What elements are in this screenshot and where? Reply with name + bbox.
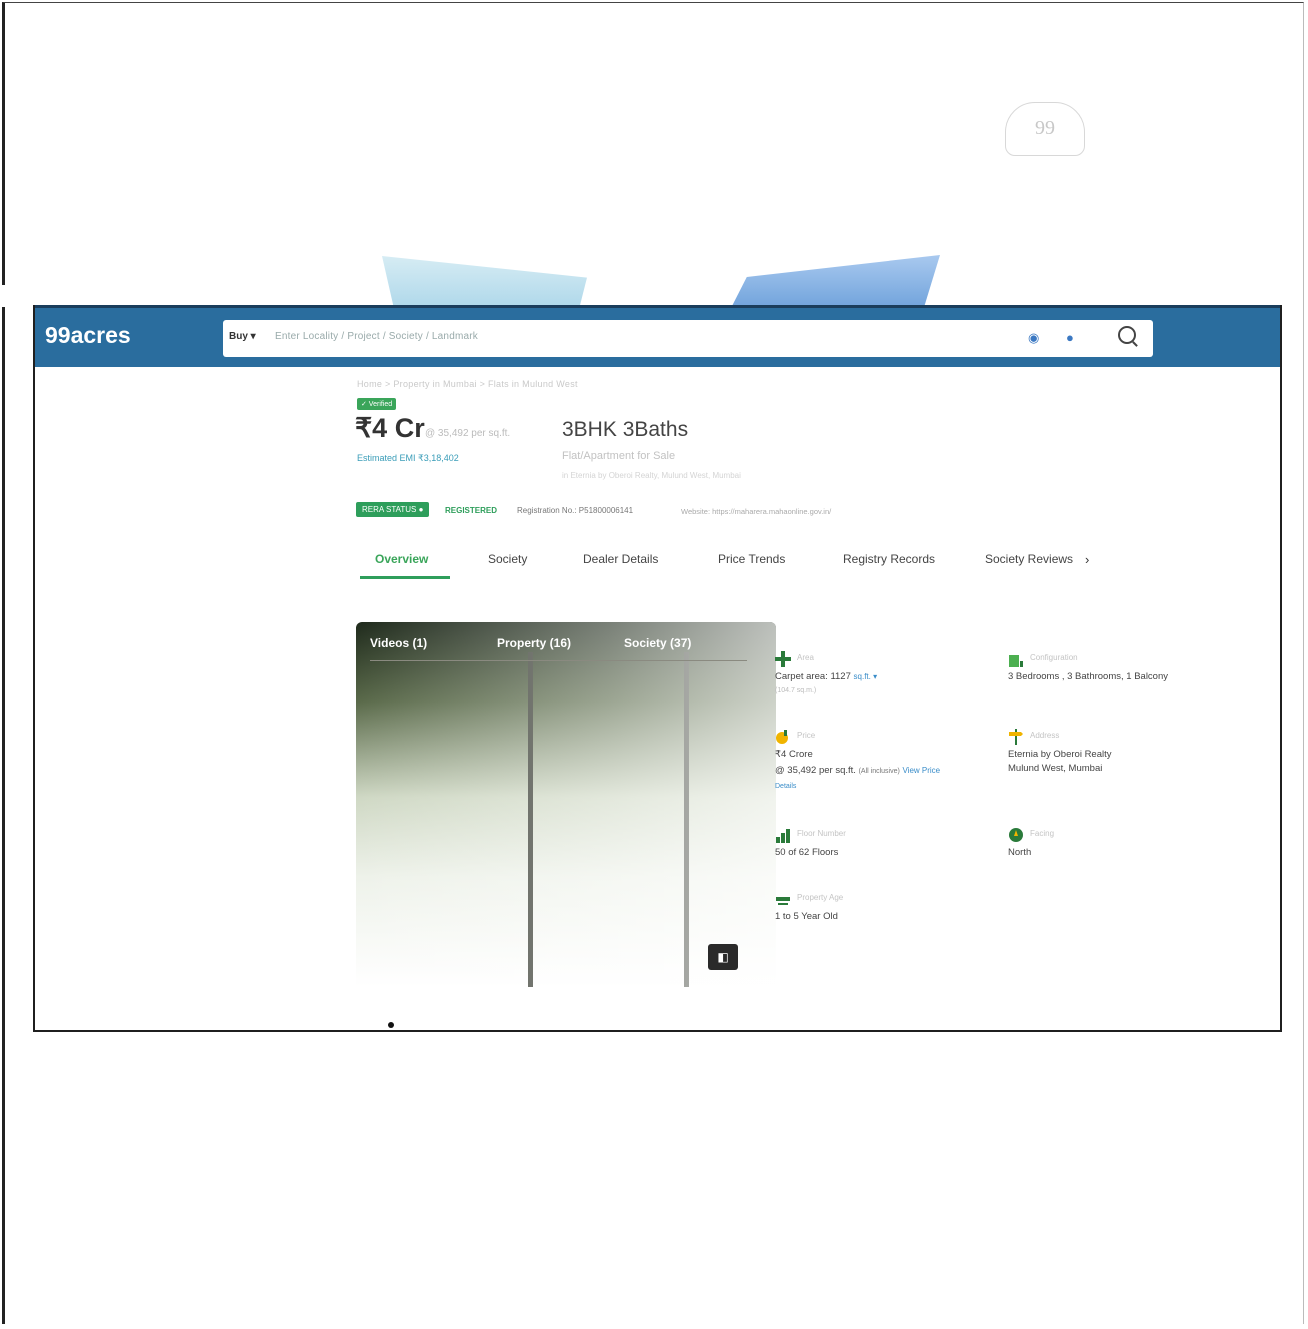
spec-age: Property Age 1 to 5 Year Old — [775, 891, 975, 931]
tab-overview[interactable]: Overview — [375, 552, 428, 566]
compass-icon — [1009, 828, 1023, 842]
buy-dropdown[interactable]: Buy ▾ — [229, 331, 256, 342]
top-navbar: 99acres Buy ▾ Enter Locality / Project /… — [35, 305, 1280, 367]
tab-society[interactable]: Society — [488, 552, 527, 566]
spec-value: ₹4 Crore — [775, 749, 813, 760]
spec-value: North — [1008, 847, 1032, 858]
search-bar[interactable]: Buy ▾ Enter Locality / Project / Society… — [223, 320, 1153, 357]
spec-label: Property Age — [797, 893, 844, 902]
price: ₹4 Cr — [355, 413, 425, 443]
signpost-icon — [1009, 729, 1023, 745]
media-tab-society[interactable]: Society (37) — [624, 636, 691, 650]
spec-value: Carpet area: 1127 sq.ft. ▾ — [775, 671, 878, 682]
tab-registry-records[interactable]: Registry Records — [843, 552, 935, 566]
tabs-next-arrow[interactable]: › — [1085, 552, 1089, 567]
property-title: 3BHK 3Baths — [562, 418, 689, 441]
spec-value: 3 Bedrooms , 3 Bathrooms, 1 Balcony — [1008, 671, 1168, 682]
unit-dropdown[interactable]: sq.ft. ▾ — [854, 672, 878, 681]
floor-icon — [776, 829, 790, 843]
spec-facing: Facing North — [1008, 827, 1208, 867]
spec-label: Configuration — [1030, 653, 1078, 662]
mic-icon[interactable]: ● — [1066, 331, 1074, 345]
media-tab-videos[interactable]: Videos (1) — [370, 636, 427, 650]
calendar-icon — [776, 897, 790, 905]
spec-address: Address Eternia by Oberoi Realty Mulund … — [1008, 729, 1228, 779]
spec-meta: (104.7 sq.m.) — [775, 687, 817, 694]
watermark-logo: 99 — [1005, 102, 1085, 156]
location-icon[interactable]: ◉ — [1028, 331, 1039, 345]
spec-configuration: Configuration 3 Bedrooms , 3 Bathrooms, … — [1008, 651, 1238, 691]
scan-mark — [388, 1022, 394, 1028]
rera-status-badge[interactable]: RERA STATUS ● — [356, 502, 430, 517]
spec-area: Area Carpet area: 1127 sq.ft. ▾ (104.7 s… — [775, 651, 995, 701]
bed-icon — [1009, 655, 1023, 667]
search-icon[interactable] — [1118, 326, 1136, 344]
browser-screenshot: 99acres Buy ▾ Enter Locality / Project /… — [33, 305, 1282, 1032]
frame-gap — [2, 285, 5, 307]
rera-registration-no: Registration No.: P51800006141 — [517, 506, 634, 515]
spec-label: Area — [797, 653, 814, 662]
spec-value-2: Mulund West, Mumbai — [1008, 763, 1103, 774]
spec-label: Floor Number — [797, 829, 846, 838]
spec-label: Address — [1030, 731, 1060, 740]
view-price-link[interactable]: View Price — [902, 766, 940, 775]
spec-price: Price ₹4 Crore @ 35,492 per sq.ft. (All … — [775, 729, 1005, 799]
brand-logo[interactable]: 99acres — [45, 322, 131, 349]
rera-website[interactable]: Website: https://maharera.mahaonline.gov… — [681, 507, 831, 516]
spec-value: 1 to 5 Year Old — [775, 911, 838, 922]
spec-value: Eternia by Oberoi Realty — [1008, 749, 1112, 760]
media-tab-property[interactable]: Property (16) — [497, 636, 571, 650]
spec-value: 50 of 62 Floors — [775, 847, 839, 858]
photo-fade — [356, 622, 776, 987]
property-location: in Eternia by Oberoi Realty, Mulund West… — [562, 471, 741, 480]
price-tag-icon — [776, 730, 788, 744]
property-subtitle: Flat/Apartment for Sale — [562, 450, 676, 462]
area-icon — [775, 651, 791, 667]
listing-content: Home > Property in Mumbai > Flats in Mul… — [35, 367, 1280, 1027]
spec-value-2: @ 35,492 per sq.ft. (All inclusive) View… — [775, 765, 941, 776]
breadcrumb[interactable]: Home > Property in Mumbai > Flats in Mul… — [357, 379, 578, 389]
search-input[interactable]: Enter Locality / Project / Society / Lan… — [275, 331, 478, 342]
mute-icon[interactable]: ◧ — [708, 944, 738, 970]
price-details-link[interactable]: Details — [775, 783, 796, 790]
spec-label: Facing — [1030, 829, 1055, 838]
active-tab-underline — [360, 576, 450, 579]
spec-label: Price — [797, 731, 816, 740]
rera-registered: REGISTERED — [445, 506, 498, 515]
tab-society-reviews[interactable]: Society Reviews — [985, 552, 1073, 566]
spec-floor: Floor Number 50 of 62 Floors — [775, 827, 975, 867]
price-per-sqft: @ 35,492 per sq.ft. — [425, 428, 511, 439]
tab-dealer-details[interactable]: Dealer Details — [583, 552, 658, 566]
emi-link[interactable]: Estimated EMI ₹3,18,402 — [357, 453, 459, 464]
tab-price-trends[interactable]: Price Trends — [718, 552, 785, 566]
media-tab-divider — [370, 660, 747, 661]
media-gallery[interactable]: Videos (1) Property (16) Society (37) ◧ — [356, 622, 776, 987]
verified-badge: ✓ Verified — [357, 398, 397, 410]
